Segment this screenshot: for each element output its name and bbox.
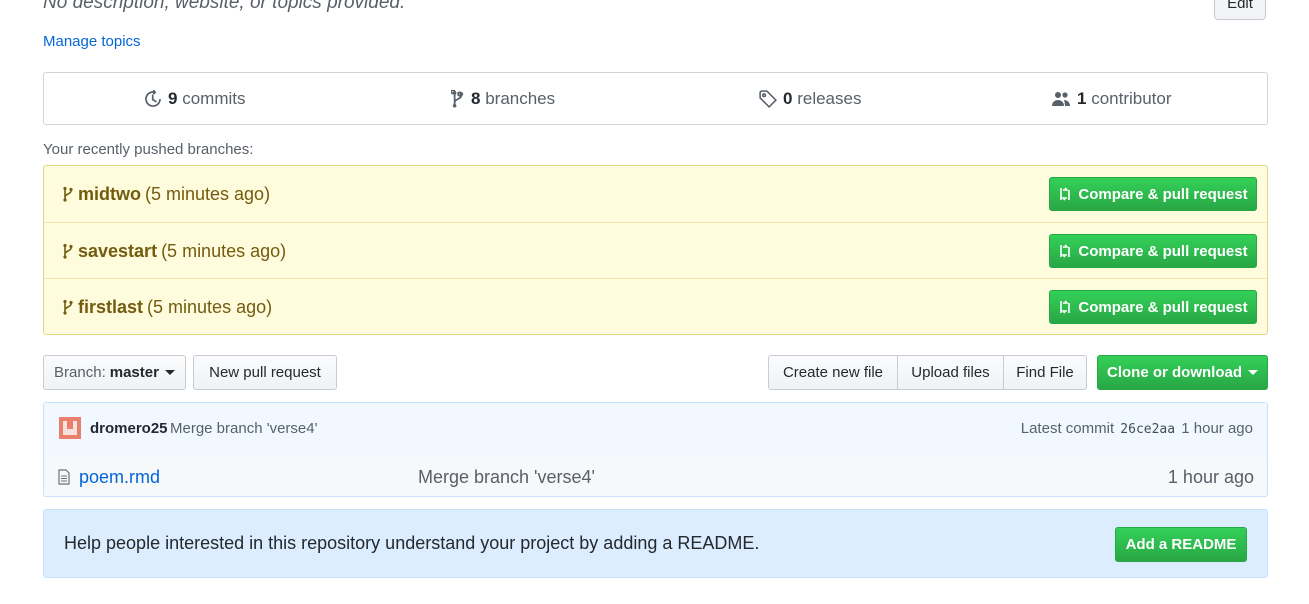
manage-topics-link[interactable]: Manage topics	[43, 33, 141, 50]
recent-branch-row: savestart (5 minutes ago) Compare & pull…	[44, 222, 1267, 279]
latest-commit-info: Latest commit 26ce2aa 1 hour ago	[1020, 420, 1253, 437]
contributors-count: 1	[1077, 88, 1087, 108]
commit-message[interactable]: Merge branch 'verse4'	[170, 420, 317, 437]
commit-author[interactable]: dromero25	[90, 420, 168, 437]
create-new-file-button[interactable]: Create new file	[768, 355, 898, 390]
tag-icon	[759, 89, 777, 108]
readme-prompt-text: Help people interested in this repositor…	[64, 533, 760, 553]
branch-time: (5 minutes ago)	[145, 183, 271, 204]
avatar[interactable]	[59, 417, 81, 439]
numbers-summary: 9 commits 8 branches 0 releases 1 contri…	[43, 72, 1268, 125]
branches-count: 8	[471, 88, 481, 108]
branch-icon	[63, 299, 73, 315]
latest-commit-bar: dromero25 Merge branch 'verse4' Latest c…	[44, 403, 1267, 458]
caret-down-icon	[1248, 370, 1258, 375]
branches-label: branches	[485, 88, 556, 108]
contributors-link[interactable]: 1 contributor	[1051, 73, 1172, 124]
compare-pull-request-button[interactable]: Compare & pull request	[1049, 290, 1257, 324]
branch-name[interactable]: firstlast	[78, 297, 143, 318]
caret-down-icon	[164, 370, 175, 375]
commits-count: 9	[168, 88, 178, 108]
recent-branch-row: firstlast (5 minutes ago) Compare & pull…	[44, 278, 1267, 335]
table-row: poem.rmd Merge branch 'verse4' 1 hour ag…	[44, 457, 1267, 496]
file-age: 1 hour ago	[1167, 467, 1254, 487]
clone-download-button[interactable]: Clone or download	[1097, 355, 1268, 390]
upload-files-button[interactable]: Upload files	[897, 355, 1004, 390]
edit-button[interactable]: Edit	[1214, 0, 1266, 20]
releases-count: 0	[783, 88, 793, 108]
file-name-link[interactable]: poem.rmd	[79, 467, 160, 488]
branch-icon	[63, 243, 73, 259]
file-commit-message[interactable]: Merge branch 'verse4'	[418, 467, 595, 488]
find-file-button[interactable]: Find File	[1003, 355, 1087, 390]
file-list: dromero25 Merge branch 'verse4' Latest c…	[43, 402, 1268, 497]
branch-icon	[63, 186, 73, 202]
compare-pull-request-button[interactable]: Compare & pull request	[1049, 234, 1257, 268]
branch-prefix: Branch:	[54, 364, 106, 381]
current-branch: master	[109, 364, 159, 381]
file-icon	[58, 469, 70, 485]
branch-name[interactable]: savestart	[78, 241, 157, 262]
branch-time: (5 minutes ago)	[161, 240, 287, 261]
people-icon	[1052, 91, 1070, 106]
git-compare-icon	[1060, 187, 1071, 201]
releases-label: releases	[797, 88, 862, 108]
compare-pull-request-button[interactable]: Compare & pull request	[1049, 177, 1257, 211]
branch-select-button[interactable]: Branch: master	[43, 355, 186, 390]
commit-sha[interactable]: 26ce2aa	[1120, 422, 1175, 437]
commit-age: 1 hour ago	[1181, 420, 1253, 437]
contributors-label: contributor	[1091, 88, 1172, 108]
recent-branch-row: midtwo (5 minutes ago) Compare & pull re…	[44, 166, 1267, 222]
repo-description: No description, website, or topics provi…	[43, 0, 406, 13]
recent-branches-panel: midtwo (5 minutes ago) Compare & pull re…	[43, 165, 1268, 335]
new-pull-request-button[interactable]: New pull request	[193, 355, 337, 390]
branch-name[interactable]: midtwo	[78, 184, 141, 205]
add-readme-button[interactable]: Add a README	[1115, 527, 1247, 562]
commits-link[interactable]: 9 commits	[144, 73, 245, 124]
branch-icon	[451, 89, 464, 108]
readme-prompt: Help people interested in this repositor…	[43, 509, 1268, 578]
history-icon	[145, 89, 161, 107]
commits-label: commits	[182, 88, 246, 108]
git-compare-icon	[1060, 300, 1071, 314]
branches-link[interactable]: 8 branches	[451, 73, 555, 124]
git-compare-icon	[1060, 244, 1071, 258]
recent-branches-label: Your recently pushed branches:	[43, 141, 254, 158]
releases-link[interactable]: 0 releases	[759, 73, 861, 124]
branch-time: (5 minutes ago)	[147, 296, 273, 317]
